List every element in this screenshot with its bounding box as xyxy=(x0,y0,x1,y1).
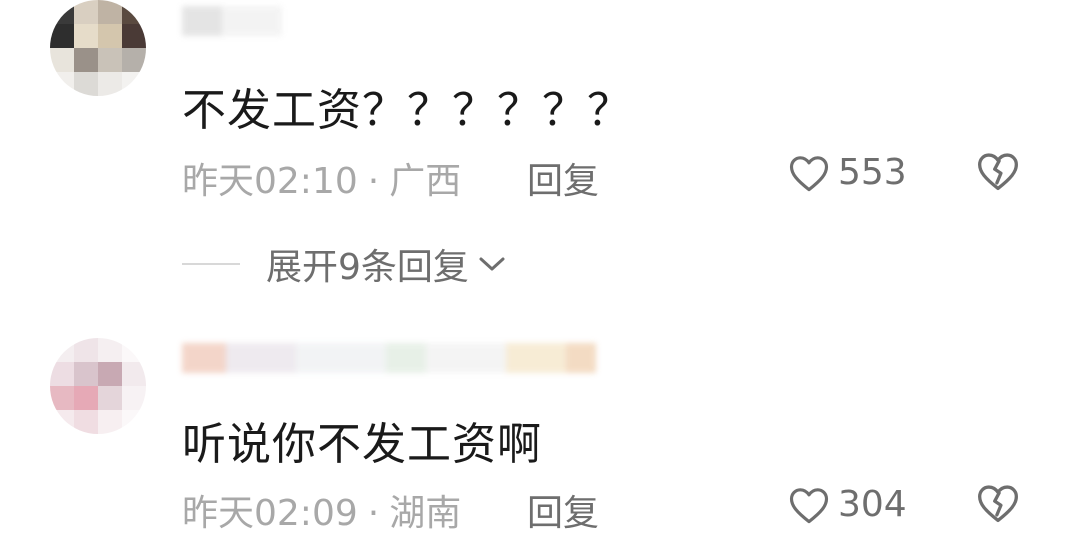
meta-separator: · xyxy=(367,493,380,534)
comment-text: 不发工资？？？？？？ xyxy=(182,85,632,136)
heart-outline-icon xyxy=(789,155,829,191)
dislike-button[interactable] xyxy=(976,482,1020,528)
expand-replies-label: 展开9条回复 xyxy=(266,247,469,288)
like-button[interactable]: 553 xyxy=(788,152,907,193)
heart-outline-icon xyxy=(789,487,829,523)
username[interactable] xyxy=(182,343,596,373)
reply-button[interactable]: 回复 xyxy=(527,152,599,204)
like-count: 553 xyxy=(838,152,907,193)
expand-divider xyxy=(182,263,240,265)
broken-heart-icon xyxy=(978,153,1018,191)
meta-separator: · xyxy=(367,161,380,202)
comment-time: 昨天02:10 xyxy=(182,161,358,202)
chevron-down-icon xyxy=(479,257,505,271)
avatar[interactable] xyxy=(50,0,146,96)
comment-meta: 昨天02:10 · 广西 xyxy=(182,152,461,204)
comment-text: 听说你不发工资啊 xyxy=(182,419,542,470)
broken-heart-icon xyxy=(978,485,1018,523)
like-count: 304 xyxy=(838,484,907,525)
comment-meta: 昨天02:09 · 湖南 xyxy=(182,484,461,536)
expand-replies-button[interactable]: 展开9条回复 xyxy=(182,238,507,290)
comment-time: 昨天02:09 xyxy=(182,493,358,534)
like-button[interactable]: 304 xyxy=(788,484,907,525)
comment-location: 湖南 xyxy=(389,493,462,534)
comment-location: 广西 xyxy=(389,161,462,202)
dislike-button[interactable] xyxy=(976,150,1020,196)
username[interactable] xyxy=(182,6,282,36)
avatar[interactable] xyxy=(50,338,146,434)
reply-button[interactable]: 回复 xyxy=(527,484,599,536)
